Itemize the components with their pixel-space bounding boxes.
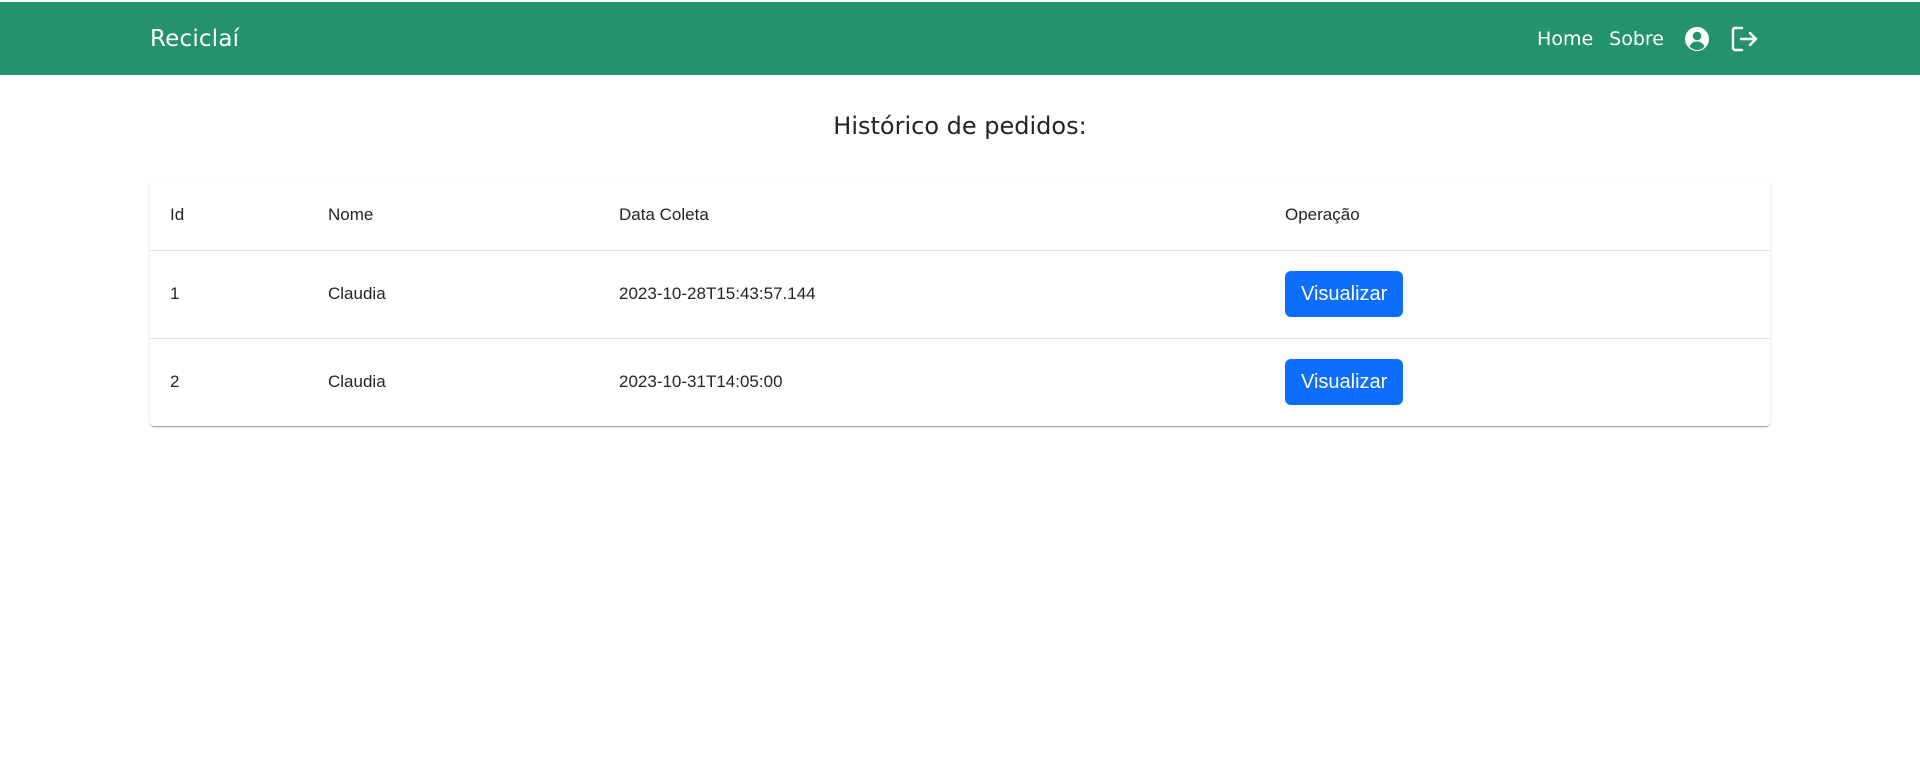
- table-row: 2 Claudia 2023-10-31T14:05:00 Visualizar: [150, 338, 1770, 426]
- user-circle-icon[interactable]: [1682, 24, 1712, 54]
- top-navbar: Reciclaí Home Sobre: [0, 2, 1920, 75]
- header-data-coleta: Data Coleta: [599, 180, 1265, 251]
- cell-data-coleta: 2023-10-28T15:43:57.144: [599, 250, 1265, 339]
- header-id: Id: [150, 180, 308, 251]
- cell-nome: Claudia: [328, 372, 386, 392]
- header-nome: Nome: [308, 180, 599, 251]
- orders-table-card: Id Nome Data Coleta Operação 1 Claudia 2…: [150, 180, 1770, 426]
- page-title: Histórico de pedidos:: [833, 112, 1087, 140]
- table-row: 1 Claudia 2023-10-28T15:43:57.144 Visual…: [150, 250, 1770, 339]
- visualizar-button[interactable]: Visualizar: [1285, 271, 1404, 317]
- nav-link-sobre[interactable]: Sobre: [1609, 28, 1664, 50]
- visualizar-button[interactable]: Visualizar: [1285, 359, 1404, 406]
- cell-data-coleta: 2023-10-31T14:05:00: [619, 372, 783, 392]
- table-header-row: Id Nome Data Coleta Operação: [150, 180, 1770, 251]
- cell-operacao: Visualizar: [1265, 338, 1770, 426]
- orders-table: Id Nome Data Coleta Operação 1 Claudia 2…: [150, 180, 1770, 426]
- brand-logo[interactable]: Reciclaí: [150, 26, 239, 52]
- cell-operacao: Visualizar: [1265, 250, 1770, 339]
- header-operacao: Operação: [1265, 180, 1770, 251]
- logout-icon[interactable]: [1730, 24, 1760, 54]
- nav-link-home[interactable]: Home: [1537, 28, 1593, 50]
- nav-menu: Home Sobre: [1537, 2, 1760, 75]
- cell-nome: Claudia: [308, 250, 599, 339]
- cell-id: 2: [170, 372, 180, 392]
- cell-id: 1: [150, 250, 308, 339]
